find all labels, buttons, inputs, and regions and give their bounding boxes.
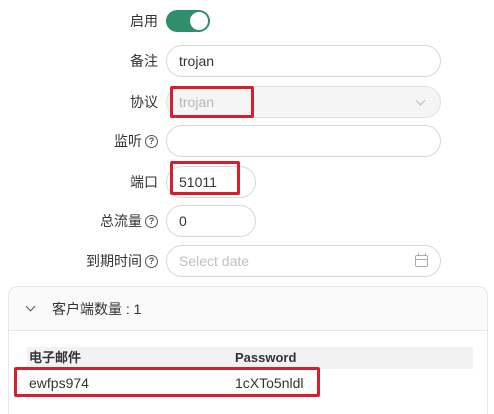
listen-control [166,125,441,157]
question-circle-icon[interactable]: ? [145,254,158,268]
listen-label: 监听 [114,133,142,149]
remark-label-wrap: 备注 [130,51,158,71]
clients-panel-header[interactable]: 客户端数量 : 1 [9,287,487,331]
enable-label-wrap: 启用 [130,11,158,31]
port-control: 51011 [166,166,256,198]
total-traffic-row: 总流量 ? 0 [0,204,494,238]
expiry-placeholder: Select date [179,253,250,269]
protocol-control: trojan [166,86,441,118]
expiry-date-picker[interactable]: Select date [166,245,441,277]
clients-table-header: 电子邮件 Password [27,347,473,369]
remark-label: 备注 [130,53,158,69]
chevron-down-icon [25,301,36,312]
enable-toggle[interactable] [166,10,210,32]
table-row: ewfps974 1cXTo5nldl [27,371,473,395]
port-label: 端口 [130,174,158,190]
column-header-email: 电子邮件 [29,350,82,365]
question-circle-icon[interactable]: ? [145,134,158,148]
clients-panel: 客户端数量 : 1 电子邮件 Password ewfps974 1cXTo5n… [8,286,488,414]
enable-label: 启用 [130,13,158,29]
enable-row: 启用 [0,4,494,38]
expiry-label-wrap: 到期时间 ? [86,251,158,271]
expiry-row: 到期时间 ? Select date [0,244,494,278]
listen-input[interactable] [166,125,441,157]
remark-value: trojan [179,53,215,69]
protocol-row: 协议 trojan [0,85,494,119]
listen-label-wrap: 监听 ? [114,131,158,151]
remark-input[interactable]: trojan [166,45,441,77]
client-email: ewfps974 [29,375,89,391]
port-label-wrap: 端口 [130,172,158,192]
protocol-label: 协议 [130,94,158,110]
total-traffic-control: 0 [166,205,256,237]
calendar-icon [415,253,428,267]
chevron-down-icon [415,95,426,105]
port-row: 端口 51011 [0,165,494,199]
port-value: 51011 [179,174,217,190]
total-traffic-input[interactable]: 0 [166,205,256,237]
protocol-value: trojan [179,94,215,110]
client-password: 1cXTo5nldl [235,375,304,391]
remark-control: trojan [166,45,441,77]
remark-row: 备注 trojan [0,44,494,78]
clients-count-title: 客户端数量 : 1 [52,300,142,317]
total-traffic-label: 总流量 [100,213,142,229]
enable-control [166,10,210,32]
total-traffic-value: 0 [179,213,187,229]
protocol-label-wrap: 协议 [130,92,158,112]
expiry-control: Select date [166,245,441,277]
column-header-password: Password [235,350,297,365]
port-input[interactable]: 51011 [166,166,256,198]
toggle-knob [190,12,208,30]
total-traffic-label-wrap: 总流量 ? [100,211,158,231]
protocol-select: trojan [166,86,441,118]
listen-row: 监听 ? [0,124,494,158]
expiry-label: 到期时间 [86,253,142,269]
question-circle-icon[interactable]: ? [145,214,158,228]
